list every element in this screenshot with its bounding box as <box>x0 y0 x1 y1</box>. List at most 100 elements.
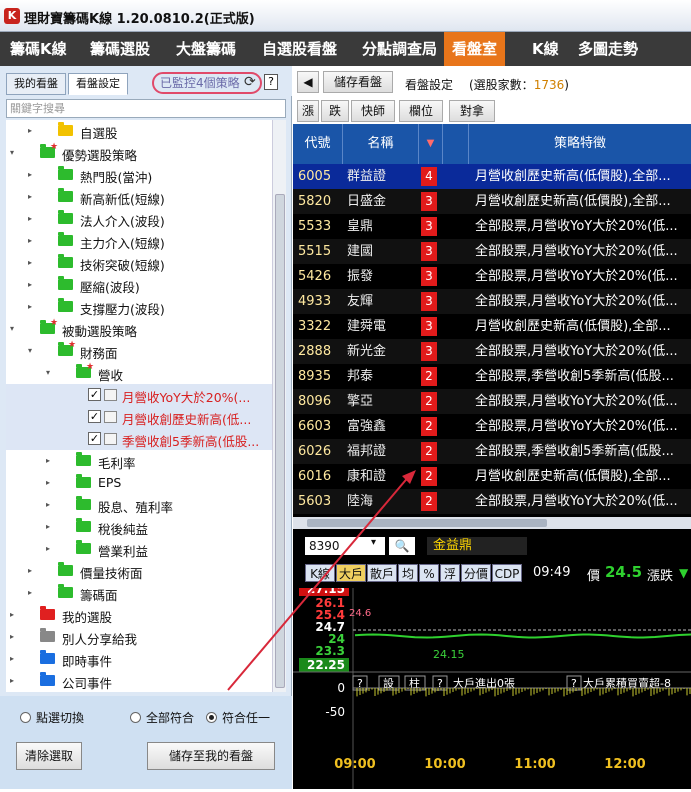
menu-item[interactable]: 自選股看盤 <box>254 32 345 66</box>
chart-tab[interactable]: 均 <box>398 564 418 582</box>
table-row[interactable]: 4933 友輝 3 全部股票,月營收YoY大於20%(低... <box>293 289 691 314</box>
expand-arrow-icon[interactable]: ▾ <box>46 368 50 377</box>
expand-arrow-icon[interactable]: ▸ <box>10 632 14 641</box>
chart-tab[interactable]: 浮 <box>440 564 460 582</box>
sort-button[interactable]: 漲 <box>297 100 319 122</box>
hscroll-thumb[interactable] <box>307 519 547 527</box>
expand-arrow-icon[interactable]: ▸ <box>10 654 14 663</box>
table-row[interactable]: 6026 福邦證 2 全部股票,季營收創5季新高(低股... <box>293 439 691 464</box>
expand-arrow-icon[interactable]: ▸ <box>28 214 32 223</box>
tab-my-board[interactable]: 我的看盤 <box>6 73 66 95</box>
tree-item[interactable]: ▸ 毛利率 <box>6 450 272 472</box>
menu-item[interactable]: 籌碼K線 <box>2 32 75 66</box>
tree-item[interactable]: ▸ 即時事件 <box>6 648 272 670</box>
col-count-sort-icon[interactable]: ▼ <box>419 124 443 164</box>
chart-tab[interactable]: 散戶 <box>367 564 397 582</box>
expand-arrow-icon[interactable]: ▾ <box>10 148 14 157</box>
search-icon[interactable]: 🔍 <box>389 537 415 555</box>
chart-tab[interactable]: % <box>419 564 439 582</box>
tree-item[interactable]: ▾ ★ 被動選股策略 <box>6 318 272 340</box>
tree-item[interactable]: ▾ ★ 財務面 <box>6 340 272 362</box>
match-any-radio[interactable] <box>206 712 217 723</box>
expand-arrow-icon[interactable]: ▸ <box>46 522 50 531</box>
clear-selection-button[interactable]: 清除選取 <box>16 742 82 770</box>
tree-item[interactable]: ▸ 主力介入(短線) <box>6 230 272 252</box>
tree-item[interactable]: ▸ 公司事件 <box>6 670 272 692</box>
tree-item[interactable]: ▸ 壓縮(波段) <box>6 274 272 296</box>
expand-arrow-icon[interactable]: ▸ <box>46 544 50 553</box>
sort-button[interactable]: 欄位 <box>399 100 443 122</box>
tree-item[interactable]: ✓ 月營收YoY大於20%(... <box>6 384 272 406</box>
tree-item[interactable]: ▸ 支撐壓力(波段) <box>6 296 272 318</box>
tree-item[interactable]: ▸ EPS <box>6 472 272 494</box>
col-code[interactable]: 代號 <box>293 124 343 164</box>
expand-arrow-icon[interactable]: ▸ <box>28 588 32 597</box>
table-row[interactable]: 6603 富強鑫 2 全部股票,月營收YoY大於20%(低... <box>293 414 691 439</box>
search-input[interactable]: 關鍵字搜尋 <box>6 99 286 118</box>
table-row[interactable]: 5515 建國 3 全部股票,月營收YoY大於20%(低... <box>293 239 691 264</box>
menu-item[interactable]: 分點調查局 <box>354 32 445 66</box>
tree-item[interactable]: ▸ 新高新低(短線) <box>6 186 272 208</box>
expand-arrow-icon[interactable]: ▸ <box>28 236 32 245</box>
tree-item[interactable]: ▸ 熱門股(當沖) <box>6 164 272 186</box>
expand-arrow-icon[interactable]: ▸ <box>28 302 32 311</box>
sort-button[interactable]: 跌 <box>321 100 349 122</box>
strategy-checkbox[interactable]: ✓ <box>88 432 101 445</box>
back-arrow-icon[interactable]: ◀ <box>297 71 319 93</box>
tree-item[interactable]: ▸ 技術突破(短線) <box>6 252 272 274</box>
table-hscrollbar[interactable] <box>293 517 691 529</box>
expand-arrow-icon[interactable]: ▸ <box>46 500 50 509</box>
tree-item[interactable]: ▸ 股息、殖利率 <box>6 494 272 516</box>
table-row[interactable]: 8096 擎亞 2 全部股票,月營收YoY大於20%(低... <box>293 389 691 414</box>
tree-item[interactable]: ✓ 季營收創5季新高(低股... <box>6 428 272 450</box>
click-toggle-radio[interactable] <box>20 712 31 723</box>
table-row[interactable]: 5603 陸海 2 全部股票,月營收YoY大於20%(低... <box>293 489 691 514</box>
expand-arrow-icon[interactable]: ▸ <box>28 280 32 289</box>
chart-tab[interactable]: K線 <box>305 564 335 582</box>
intraday-chart[interactable]: 27.15 26.1 25.4 24.7 24 23.3 22.25 24.6 24.15? 設柱… <box>293 582 691 789</box>
col-feature[interactable]: 策略特徵 <box>469 124 691 164</box>
expand-arrow-icon[interactable]: ▸ <box>46 456 50 465</box>
chart-tab[interactable]: 分價 <box>461 564 491 582</box>
expand-arrow-icon[interactable]: ▸ <box>10 676 14 685</box>
table-row[interactable]: 5533 皇鼎 3 全部股票,月營收YoY大於20%(低... <box>293 214 691 239</box>
expand-arrow-icon[interactable]: ▸ <box>28 126 32 135</box>
tree-item[interactable]: ▸ 自選股 <box>6 120 272 142</box>
help-icon[interactable]: ? <box>264 74 278 90</box>
expand-arrow-icon[interactable]: ▾ <box>10 324 14 333</box>
tree-item[interactable]: ▸ 營業利益 <box>6 538 272 560</box>
save-board-button[interactable]: 儲存看盤 <box>323 71 393 93</box>
tree-item[interactable]: ✓ 月營收創歷史新高(低... <box>6 406 272 428</box>
tree-item[interactable]: ▸ 價量技術面 <box>6 560 272 582</box>
expand-arrow-icon[interactable]: ▸ <box>28 170 32 179</box>
table-row[interactable]: 5820 日盛金 3 月營收創歷史新高(低價股),全部... <box>293 189 691 214</box>
menu-item[interactable]: K線 <box>524 32 567 66</box>
expand-arrow-icon[interactable]: ▸ <box>28 258 32 267</box>
menu-item[interactable]: 大盤籌碼 <box>168 32 244 66</box>
strategy-checkbox[interactable]: ✓ <box>88 388 101 401</box>
chart-tab[interactable]: CDP <box>492 564 522 582</box>
table-row[interactable]: 5426 振發 3 全部股票,月營收YoY大於20%(低... <box>293 264 691 289</box>
sort-button[interactable]: 對拿 <box>449 100 495 122</box>
tree-item[interactable]: ▸ 稅後純益 <box>6 516 272 538</box>
menu-item[interactable]: 籌碼選股 <box>82 32 158 66</box>
expand-arrow-icon[interactable]: ▸ <box>28 566 32 575</box>
expand-arrow-icon[interactable]: ▾ <box>28 346 32 355</box>
match-all-radio[interactable] <box>130 712 141 723</box>
table-row[interactable]: 6005 群益證 4 月營收創歷史新高(低價股),全部... <box>293 164 691 189</box>
scrollbar-thumb[interactable] <box>275 194 285 688</box>
sort-button[interactable]: 快師 <box>351 100 395 122</box>
expand-arrow-icon[interactable]: ▸ <box>10 610 14 619</box>
tree-item[interactable]: ▸ 籌碼面 <box>6 582 272 604</box>
save-to-my-board-button[interactable]: 儲存至我的看盤 <box>147 742 275 770</box>
dropdown-icon[interactable]: ▾ <box>371 537 376 548</box>
col-name[interactable]: 名稱 <box>343 124 419 164</box>
tab-board-settings[interactable]: 看盤設定 <box>68 73 128 95</box>
expand-arrow-icon[interactable]: ▸ <box>28 192 32 201</box>
tree-item[interactable]: ▸ 別人分享給我 <box>6 626 272 648</box>
table-row[interactable]: 8935 邦泰 2 全部股票,季營收創5季新高(低股... <box>293 364 691 389</box>
expand-arrow-icon[interactable]: ▸ <box>46 478 50 487</box>
menu-item[interactable]: 看盤室 <box>444 32 506 66</box>
tree-item[interactable]: ▾ ★ 優勢選股策略 <box>6 142 272 164</box>
tree-item[interactable]: ▸ 我的選股 <box>6 604 272 626</box>
